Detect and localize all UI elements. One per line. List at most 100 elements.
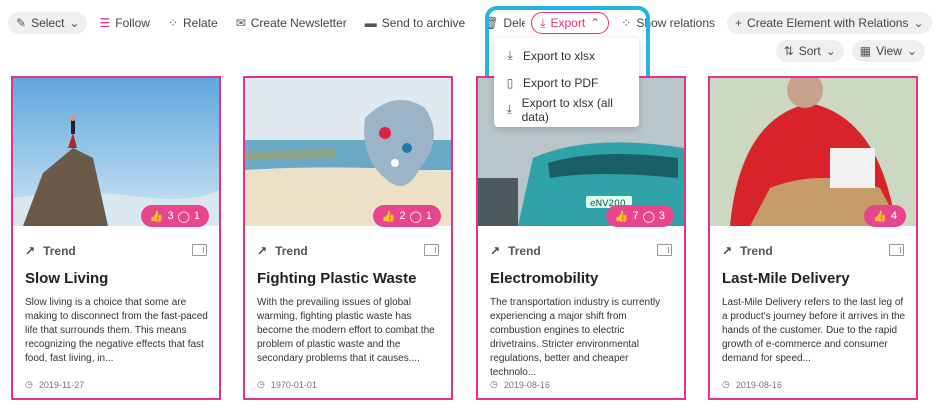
card-title: Fighting Plastic Waste: [257, 270, 417, 287]
card-type: ↗ Trend: [722, 244, 773, 258]
delete-button[interactable]: 🗑 Delete: [477, 12, 525, 34]
comment-icon: ◯: [409, 210, 422, 223]
card-last-mile-delivery[interactable]: 👍 4 ↗ Trend Last-Mile Delivery Last-Mile…: [708, 76, 918, 400]
create-element-button[interactable]: + Create Element with Relations ⌄: [727, 12, 932, 34]
clock-icon: ◷: [25, 379, 33, 389]
follow-button[interactable]: ☰ Follow: [93, 12, 155, 34]
presentation-icon[interactable]: [889, 244, 904, 256]
presentation-icon[interactable]: [424, 244, 439, 256]
view-label: View: [876, 44, 902, 58]
toolbar-right: ⇅ Sort ⌄ ▦ View ⌄: [775, 40, 925, 62]
export-dropdown: ⤓ Export to xlsx ▯ Export to PDF ⤓ Expor…: [494, 38, 639, 127]
card-image: [245, 78, 451, 226]
toolbar: ✎ Select ⌄ ☰ Follow ⁘ Relate ✉ Create Ne…: [8, 12, 933, 34]
card-image: [13, 78, 219, 226]
card-date: ◷ 2019-11-27: [25, 379, 84, 390]
trend-icon: ↗: [490, 244, 501, 258]
card-type-label: Trend: [508, 244, 541, 258]
card-description: The transportation industry is currently…: [490, 297, 661, 378]
card-date: ◷ 2019-08-16: [490, 379, 550, 390]
delete-label: Delete: [503, 16, 526, 30]
likes-count: 4: [890, 210, 897, 222]
sort-icon: ⇅: [783, 44, 794, 58]
thumbs-up-icon: 👍: [149, 210, 164, 223]
chevron-down-icon: ⌄: [906, 44, 917, 58]
create-newsletter-label: Create Newsletter: [250, 16, 347, 30]
card-date-label: 2019-08-16: [503, 379, 550, 390]
card-description: Last-Mile Delivery refers to the last le…: [722, 297, 906, 364]
select-button[interactable]: ✎ Select ⌄: [8, 12, 88, 34]
card-date-label: 2019-11-27: [38, 379, 85, 390]
select-label: Select: [31, 16, 65, 30]
pin-icon: ✎: [16, 16, 27, 30]
likes-count: 7: [632, 210, 639, 222]
create-newsletter-button[interactable]: ✉ Create Newsletter: [230, 12, 353, 34]
mail-icon: ✉: [235, 16, 246, 30]
pdf-icon: ▯: [506, 75, 514, 90]
export-xlsx-all-label: Export to xlsx (all data): [521, 95, 613, 124]
card-slow-living[interactable]: 👍 3 ◯ 1 ↗ Trend Slow Living Slow living …: [11, 76, 221, 400]
card-image: [710, 78, 916, 226]
export-xlsx-label: Export to xlsx: [523, 48, 596, 63]
follow-label: Follow: [115, 16, 150, 30]
chevron-down-icon: ⌄: [69, 16, 80, 30]
export-pdf-item[interactable]: ▯ Export to PDF: [494, 69, 639, 96]
engagement-badge: 👍 3 ◯ 1: [140, 205, 209, 227]
export-button[interactable]: ⤓ Export ⌃: [531, 12, 610, 34]
clock-icon: ◷: [490, 379, 498, 389]
thumbs-up-icon: 👍: [873, 210, 887, 223]
show-relations-label: Show relations: [636, 16, 716, 30]
grid-icon: ▦: [859, 44, 872, 58]
card-description: With the prevailing issues of global war…: [257, 297, 435, 364]
card-date: ◷ 2019-08-16: [722, 379, 782, 390]
comments-count: 1: [425, 210, 432, 222]
relations-icon: ⁘: [621, 16, 632, 30]
follow-icon: ☰: [99, 16, 111, 30]
likes-count: 2: [399, 210, 406, 222]
card-type: ↗ Trend: [257, 244, 308, 258]
download-icon: ⤓: [540, 15, 546, 30]
card-type: ↗ Trend: [490, 244, 541, 258]
comments-count: 1: [193, 210, 200, 222]
card-date-label: 2019-08-16: [735, 379, 782, 390]
sort-label: Sort: [798, 44, 821, 58]
view-button[interactable]: ▦ View ⌄: [851, 40, 925, 62]
card-date: ◷ 1970-01-01: [257, 379, 317, 390]
plus-icon: +: [735, 16, 743, 30]
archive-icon: ▬: [364, 16, 377, 30]
card-type-label: Trend: [275, 244, 308, 258]
clock-icon: ◷: [722, 379, 730, 389]
export-pdf-label: Export to PDF: [523, 75, 599, 90]
sort-button[interactable]: ⇅ Sort ⌄: [775, 40, 844, 62]
export-xlsx-all-item[interactable]: ⤓ Export to xlsx (all data): [494, 95, 639, 124]
send-to-archive-button[interactable]: ▬ Send to archive: [359, 12, 471, 34]
engagement-badge: 👍 7 ◯ 3: [605, 205, 674, 227]
export-label: Export: [550, 16, 586, 30]
download-icon: ⤓: [506, 102, 512, 116]
export-xlsx-item[interactable]: ⤓ Export to xlsx: [494, 42, 639, 69]
relate-label: Relate: [183, 16, 218, 30]
relate-button[interactable]: ⁘ Relate: [162, 12, 224, 34]
clock-icon: ◷: [257, 379, 265, 389]
card-type: ↗ Trend: [25, 244, 76, 258]
card-title: Last-Mile Delivery: [722, 270, 850, 287]
trend-icon: ↗: [722, 244, 733, 258]
card-type-label: Trend: [740, 244, 773, 258]
comments-count: 3: [658, 210, 665, 222]
thumbs-up-icon: 👍: [614, 210, 629, 223]
show-relations-button[interactable]: ⁘ Show relations: [615, 12, 721, 34]
trash-icon: 🗑: [483, 16, 499, 30]
engagement-badge: 👍 2 ◯ 1: [372, 205, 441, 227]
chevron-up-icon: ⌃: [590, 16, 601, 30]
relate-icon: ⁘: [167, 16, 178, 30]
presentation-icon[interactable]: [657, 244, 672, 256]
card-date-label: 1970-01-01: [270, 379, 317, 390]
likes-count: 3: [167, 210, 174, 222]
card-description: Slow living is a choice that some are ma…: [25, 297, 208, 364]
presentation-icon[interactable]: [192, 244, 207, 256]
chevron-down-icon: ⌄: [825, 44, 836, 58]
send-to-archive-label: Send to archive: [381, 16, 466, 30]
thumbs-up-icon: 👍: [381, 210, 396, 223]
card-fighting-plastic-waste[interactable]: 👍 2 ◯ 1 ↗ Trend Fighting Plastic Waste W…: [243, 76, 453, 400]
card-type-label: Trend: [43, 244, 76, 258]
